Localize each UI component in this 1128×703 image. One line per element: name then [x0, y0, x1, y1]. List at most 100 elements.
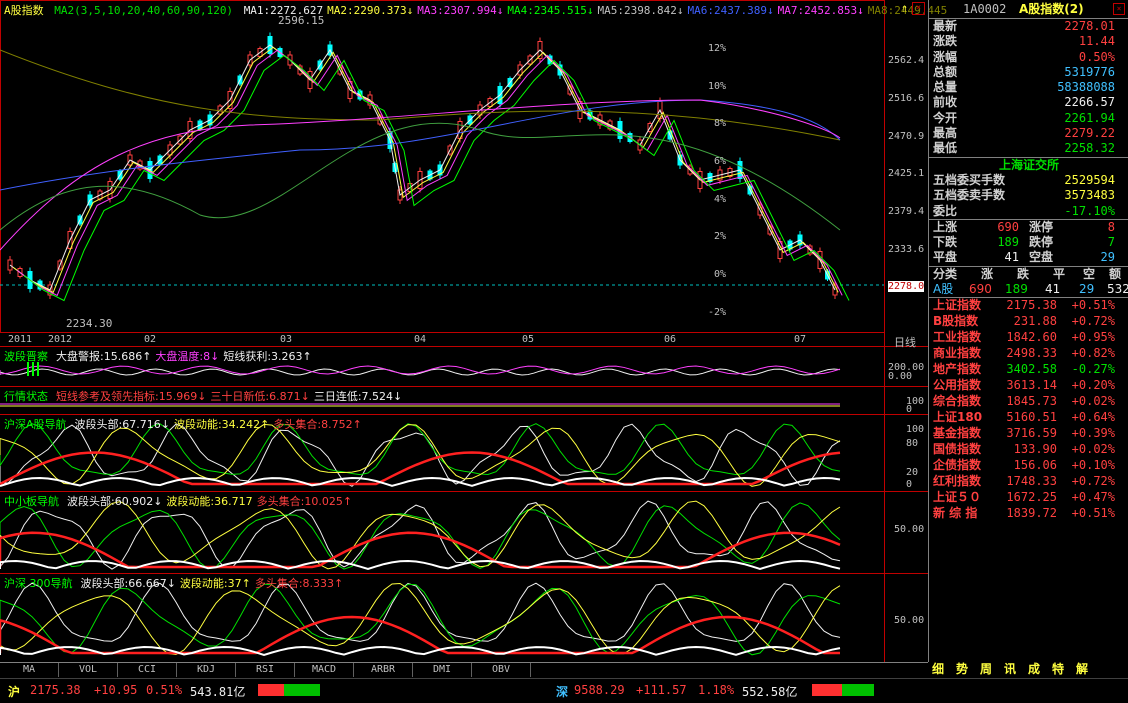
quote-panel: 1A0002 A股指数(2) × 最新 2278.01 涨跌 11.44 涨幅 0.50%…	[928, 0, 1128, 662]
right-tab[interactable]: 势	[956, 662, 968, 676]
breadth-row: 下跌 189 跌停 7	[929, 235, 1128, 250]
period-label[interactable]: 日线	[894, 334, 916, 350]
index-row[interactable]: 综合指数 1845.73 +0.02%	[929, 394, 1128, 410]
right-tab[interactable]: 成	[1028, 662, 1040, 676]
index-row[interactable]: 工业指数 1842.60 +0.95%	[929, 330, 1128, 346]
index-row[interactable]: 公用指数 3613.14 +0.20%	[929, 378, 1128, 394]
tab-dmi[interactable]: DMI	[413, 663, 472, 677]
class-data-row[interactable]: A股 690 189 41 29 532	[929, 282, 1128, 297]
chart-area[interactable]: A股指数 MA2(3,5,10,20,40,60,90,120) MA1:227…	[0, 0, 947, 662]
index-row[interactable]: 上证180 5160.51 +0.64%	[929, 410, 1128, 426]
index-name: 上证指数	[933, 298, 982, 313]
sub4-tick: 50.00	[894, 524, 925, 535]
index-name: B股指数	[933, 314, 979, 329]
index-change: +0.72%	[1071, 314, 1115, 329]
index-change: +0.82%	[1071, 346, 1115, 361]
sub2-header: 行情状态 短线参考及领先指标:15.969↓ 三十日新低:6.871↓ 三日连低:7.…	[4, 388, 406, 404]
ma-item: MA7:2452.853↓	[777, 4, 864, 17]
quote-value: 58388088	[1057, 80, 1115, 95]
index-value: 1845.73	[1006, 394, 1057, 409]
tab-obv[interactable]: OBV	[472, 663, 531, 677]
quote-value: 11.44	[1078, 34, 1115, 49]
index-name: 地产指数	[933, 362, 982, 377]
high-label: 2596.15	[278, 14, 325, 27]
close-panel-icon[interactable]: ×	[1113, 3, 1125, 15]
sub5-header: 沪深 300导航 波段头部:66.667↓ 波段动能:37↑ 多头集合:8.333↑	[4, 575, 347, 591]
index-change: +0.20%	[1071, 378, 1115, 393]
tab-rsi[interactable]: RSI	[236, 663, 295, 677]
index-row[interactable]: 新 综 指 1839.72 +0.51%	[929, 506, 1128, 522]
right-tab[interactable]: 周	[980, 662, 992, 676]
pct-tick: 10%	[707, 81, 726, 92]
index-row[interactable]: B股指数 231.88 +0.72%	[929, 314, 1128, 330]
tab-arbr[interactable]: ARBR	[354, 663, 413, 677]
quote-label: 涨跌	[933, 34, 958, 49]
breadth-label: 跌停	[1029, 235, 1054, 250]
index-row[interactable]: 国债指数 133.90 +0.02%	[929, 442, 1128, 458]
status-bar: 沪 2175.38 +10.95 0.51% 543.81亿 深 9588.29…	[0, 678, 1128, 703]
right-tab[interactable]: 特	[1052, 662, 1064, 676]
quote-row: 总额 5319776	[929, 65, 1128, 80]
index-name: 红利指数	[933, 474, 982, 489]
breadth-list: 上涨 690 涨停 8 下跌 189 跌停 7 平盘 41 空盘 29	[929, 218, 1128, 266]
x-tick: 06	[664, 334, 677, 345]
tab-vol[interactable]: VOL	[59, 663, 118, 677]
chart-svg[interactable]	[0, 0, 928, 662]
right-tab[interactable]: 解	[1076, 662, 1088, 676]
index-row[interactable]: 红利指数 1748.33 +0.72%	[929, 474, 1128, 490]
x-tick: 07	[794, 334, 807, 345]
index-change: +0.10%	[1071, 458, 1115, 473]
index-row[interactable]: 地产指数 3402.58 -0.27%	[929, 362, 1128, 378]
index-value: 1672.25	[1006, 490, 1057, 505]
index-row[interactable]: 上证指数 2175.38 +0.51%	[929, 298, 1128, 314]
quote-value: 0.50%	[1078, 49, 1115, 64]
order-row: 五档委卖手数 3573483	[929, 188, 1128, 203]
sub2-item: 三日连低:7.524↓	[313, 390, 403, 403]
oscillator-line	[0, 582, 841, 642]
pct-tick: 12%	[707, 43, 726, 54]
index-row[interactable]: 基金指数 3716.59 +0.39%	[929, 426, 1128, 442]
right-tab[interactable]: 讯	[1004, 662, 1016, 676]
right-tab[interactable]: 细	[932, 662, 944, 676]
quote-row: 最低 2258.32	[929, 141, 1128, 156]
quote-label: 总量	[933, 80, 958, 95]
index-row[interactable]: 企债指数 156.06 +0.10%	[929, 458, 1128, 474]
sub3-tick: 0	[906, 479, 913, 490]
sz-value[interactable]: 9588.29	[574, 683, 625, 697]
class-col: 分类	[933, 266, 958, 281]
sub4-header: 中小板导航 波段头部:60.902↓ 波段动能:36.717 多头集合:10.025↑	[4, 493, 356, 509]
ma-item: MA2:2290.373↓	[327, 4, 414, 17]
quote-value: 2278.01	[1064, 19, 1115, 33]
index-name: 上证180	[933, 410, 983, 425]
sub1-item: 大盘温度:8↓	[155, 350, 220, 363]
tab-cci[interactable]: CCI	[118, 663, 177, 677]
order-label: 委比	[933, 203, 958, 218]
sub2-item: 短线参考及领先指标:15.969↓	[56, 390, 207, 403]
sh-value[interactable]: 2175.38	[30, 683, 81, 697]
quote-label: 最新	[933, 19, 958, 33]
pct-tick: 8%	[713, 118, 726, 129]
tab-macd[interactable]: MACD	[295, 663, 354, 677]
sub1-tick: 0.00	[888, 371, 913, 382]
quote-row: 涨跌 11.44	[929, 34, 1128, 49]
sz-bar	[812, 684, 874, 696]
close-icon[interactable]: ×	[912, 2, 925, 15]
index-change: +0.02%	[1071, 394, 1115, 409]
index-name: 国债指数	[933, 442, 982, 457]
pct-tick: 2%	[713, 231, 726, 242]
sub1-item: 大盘警报:15.686↑	[56, 350, 152, 363]
sub3-tick: 20	[906, 467, 919, 478]
tab-ma[interactable]: MA	[0, 663, 59, 677]
sub5-title: 沪深 300导航	[4, 577, 73, 590]
tab-kdj[interactable]: KDJ	[177, 663, 236, 677]
sub3-item: 波段动能:34.242↑	[173, 418, 270, 431]
x-tick: 02	[144, 334, 157, 345]
class-cell: 690	[969, 282, 992, 297]
ma-params: MA2(3,5,10,20,40,60,90,120)	[54, 4, 234, 17]
index-row[interactable]: 上证５０ 1672.25 +0.47%	[929, 490, 1128, 506]
x-tick: 04	[414, 334, 427, 345]
index-change: +0.95%	[1071, 330, 1115, 345]
quote-row: 最高 2279.22	[929, 126, 1128, 141]
sub2-item: 三十日新低:6.871↓	[210, 390, 310, 403]
index-row[interactable]: 商业指数 2498.33 +0.82%	[929, 346, 1128, 362]
